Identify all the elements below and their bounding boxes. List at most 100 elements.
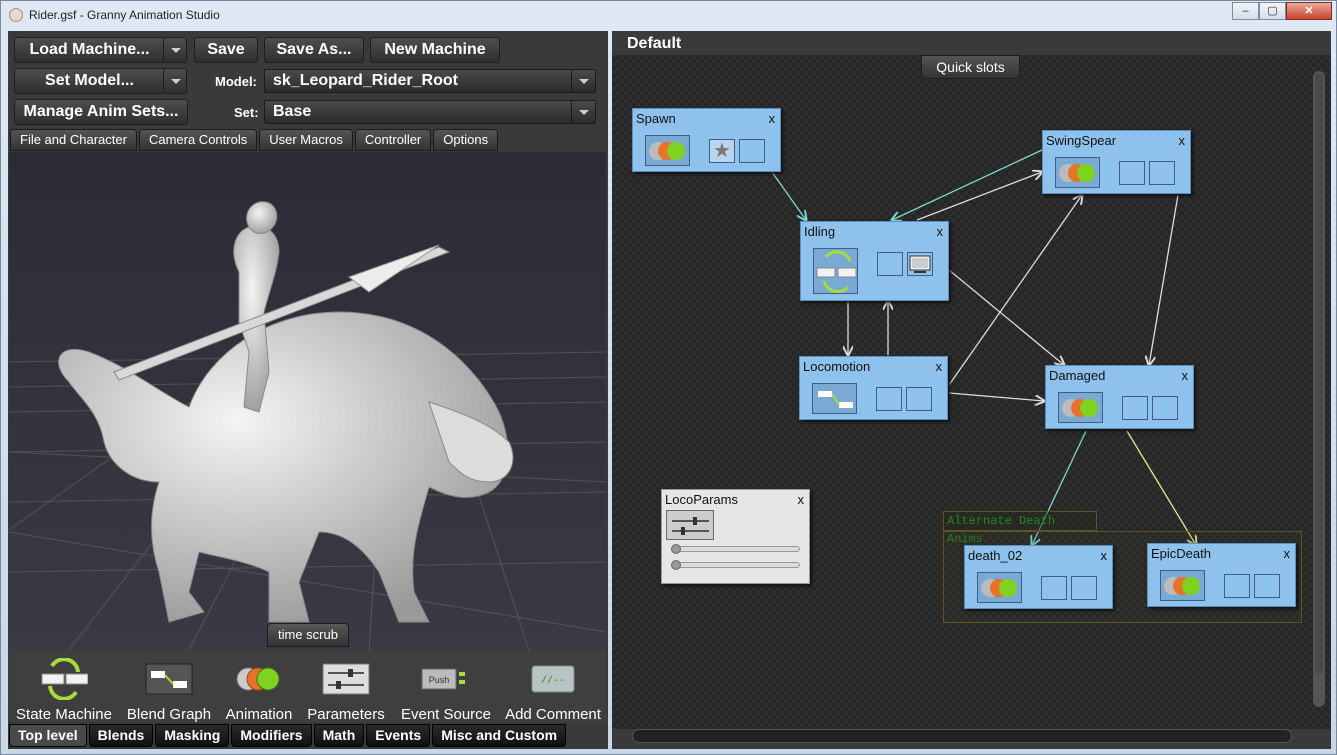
node-swingspear[interactable]: SwingSpear x: [1042, 130, 1191, 194]
minimize-button[interactable]: –: [1232, 2, 1259, 20]
load-machine-dropdown[interactable]: [163, 37, 187, 63]
tab-options[interactable]: Options: [433, 129, 499, 151]
chevron-down-icon[interactable]: [571, 70, 595, 92]
parameters-label: Parameters: [307, 706, 385, 723]
vertical-scrollbar[interactable]: [1313, 71, 1325, 707]
comment-icon: //--: [531, 665, 575, 693]
animation-icon: [1058, 392, 1103, 423]
app-icon: [9, 8, 23, 22]
empty-slot[interactable]: [1122, 396, 1148, 420]
close-icon[interactable]: x: [1284, 546, 1291, 561]
state-machine-tool[interactable]: State Machine: [15, 658, 113, 723]
blend-graph-icon: [812, 383, 857, 414]
push-icon-text: Push: [429, 675, 450, 685]
graph-canvas[interactable]: Quick slots Spawn x ★ SwingSpear x Idlin…: [612, 55, 1331, 729]
top-tab-bar: File and Character Camera Controls User …: [10, 129, 499, 151]
sliders-icon: [322, 663, 370, 695]
tab-misc-and-custom[interactable]: Misc and Custom: [432, 724, 567, 747]
model-value: sk_Leopard_Rider_Root: [273, 72, 458, 89]
blend-graph-tool[interactable]: Blend Graph: [125, 658, 213, 723]
set-model-button[interactable]: Set Model...: [14, 68, 165, 94]
close-icon[interactable]: x: [798, 492, 805, 507]
animation-label: Animation: [225, 706, 293, 723]
set-select[interactable]: Base: [264, 100, 596, 124]
node-locoparams[interactable]: LocoParams x: [661, 489, 810, 584]
node-toolbox: State Machine Blend Graph Animation Para…: [9, 650, 606, 723]
tab-masking[interactable]: Masking: [155, 724, 230, 747]
tab-events[interactable]: Events: [366, 724, 431, 747]
close-button[interactable]: ✕: [1286, 2, 1332, 20]
empty-slot[interactable]: [877, 252, 903, 276]
node-title: SwingSpear: [1046, 133, 1117, 148]
node-title: Idling: [804, 224, 836, 239]
graph-panel: Default Quick slots Spawn x ★ SwingSpear…: [612, 31, 1331, 749]
empty-slot[interactable]: [1152, 396, 1178, 420]
close-icon[interactable]: x: [1179, 133, 1186, 148]
empty-slot[interactable]: [1041, 576, 1067, 600]
tab-math[interactable]: Math: [313, 724, 365, 747]
close-icon[interactable]: x: [936, 359, 943, 374]
node-title: LocoParams: [665, 492, 738, 507]
sliders-icon: [666, 510, 714, 540]
tab-camera-controls[interactable]: Camera Controls: [138, 129, 258, 151]
comment-icon-text: //--: [541, 675, 565, 687]
state-machine-icon: [813, 248, 858, 294]
group-comment-label[interactable]: Alternate Death Anims: [943, 511, 1097, 546]
add-comment-tool[interactable]: //-- Add Comment: [501, 658, 605, 723]
time-scrub-tab[interactable]: time scrub: [267, 623, 349, 647]
node-spawn[interactable]: Spawn x ★: [632, 108, 781, 172]
model-select[interactable]: sk_Leopard_Rider_Root: [264, 69, 596, 93]
empty-slot[interactable]: [876, 387, 902, 411]
animation-tool[interactable]: Animation: [223, 658, 295, 723]
param-slider-1[interactable]: [671, 544, 800, 554]
set-label: Set:: [234, 105, 259, 120]
horizontal-scrollbar[interactable]: [632, 729, 1292, 743]
node-damaged[interactable]: Damaged x: [1045, 365, 1194, 429]
close-icon[interactable]: x: [1101, 548, 1108, 563]
push-button-icon: Push: [421, 668, 465, 690]
model-label: Model:: [215, 74, 257, 89]
new-machine-button[interactable]: New Machine: [370, 37, 500, 63]
empty-slot[interactable]: [1224, 574, 1250, 598]
title-bar: Rider.gsf - Granny Animation Studio – ▢ …: [1, 1, 1337, 29]
set-model-dropdown[interactable]: [163, 68, 187, 94]
node-idling[interactable]: Idling x: [800, 221, 949, 301]
maximize-button[interactable]: ▢: [1259, 2, 1286, 20]
parameters-tool[interactable]: Parameters: [305, 658, 387, 723]
tab-blends[interactable]: Blends: [88, 724, 154, 747]
app-window: Rider.gsf - Granny Animation Studio – ▢ …: [0, 0, 1337, 755]
empty-slot[interactable]: [1071, 576, 1097, 600]
empty-slot[interactable]: [739, 139, 765, 163]
empty-slot[interactable]: [1119, 161, 1145, 185]
load-machine-button[interactable]: Load Machine...: [14, 37, 165, 63]
chevron-down-icon[interactable]: [571, 101, 595, 123]
node-title: EpicDeath: [1151, 546, 1211, 561]
3d-viewport[interactable]: [9, 152, 606, 650]
node-epicdeath[interactable]: EpicDeath x: [1147, 543, 1296, 607]
tab-top-level[interactable]: Top level: [9, 724, 87, 747]
left-panel: Load Machine... Save Save As... New Mach…: [8, 31, 608, 749]
empty-slot[interactable]: [1149, 161, 1175, 185]
node-death-02[interactable]: death_02 x: [964, 545, 1113, 609]
window-title: Rider.gsf - Granny Animation Studio: [29, 8, 220, 22]
manage-anim-sets-button[interactable]: Manage Anim Sets...: [14, 99, 188, 125]
close-icon[interactable]: x: [769, 111, 776, 126]
blend-graph-label: Blend Graph: [126, 706, 212, 723]
save-as-button[interactable]: Save As...: [264, 37, 364, 63]
save-button[interactable]: Save: [194, 37, 258, 63]
blend-graph-icon: [145, 663, 193, 695]
node-title: death_02: [968, 548, 1023, 563]
state-machine-label: State Machine: [16, 706, 112, 723]
tab-modifiers[interactable]: Modifiers: [231, 724, 312, 747]
empty-slot[interactable]: [906, 387, 932, 411]
tab-user-macros[interactable]: User Macros: [259, 129, 353, 151]
close-icon[interactable]: x: [1182, 368, 1189, 383]
empty-slot[interactable]: [1254, 574, 1280, 598]
param-slider-2[interactable]: [671, 560, 800, 570]
tab-controller[interactable]: Controller: [354, 129, 432, 151]
node-title: Locomotion: [803, 359, 871, 374]
tab-file-and-character[interactable]: File and Character: [10, 129, 137, 151]
event-source-tool[interactable]: Push Event Source: [397, 658, 495, 723]
node-locomotion[interactable]: Locomotion x: [799, 356, 948, 420]
close-icon[interactable]: x: [937, 224, 944, 239]
